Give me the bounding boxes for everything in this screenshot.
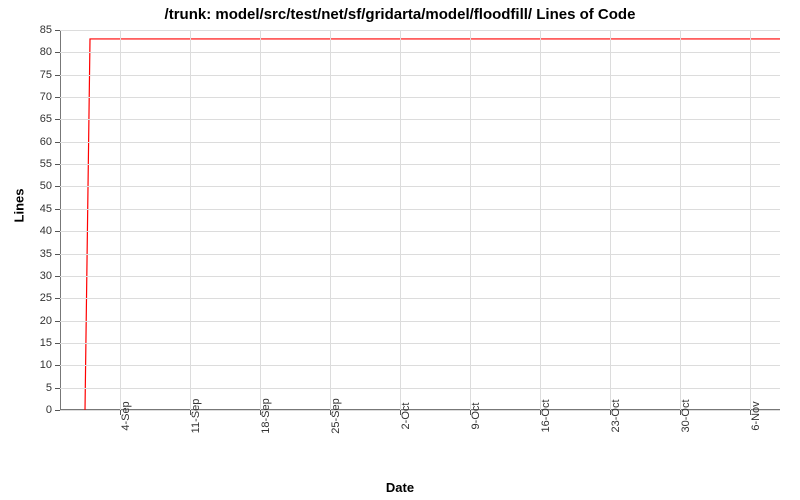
grid-line-h: [60, 164, 780, 165]
x-tick-label: 18-Sep: [260, 398, 272, 433]
grid-line-v: [610, 30, 611, 410]
grid-line-h: [60, 276, 780, 277]
y-tick: [55, 52, 60, 53]
grid-line-h: [60, 97, 780, 98]
y-tick: [55, 276, 60, 277]
y-tick-label: 45: [40, 203, 52, 215]
grid-line-h: [60, 186, 780, 187]
y-tick: [55, 119, 60, 120]
x-tick-label: 4-Sep: [120, 401, 132, 430]
y-tick-label: 70: [40, 91, 52, 103]
y-tick: [55, 254, 60, 255]
grid-line-h: [60, 410, 780, 411]
grid-line-h: [60, 343, 780, 344]
y-tick-label: 85: [40, 24, 52, 36]
chart-container: /trunk: model/src/test/net/sf/gridarta/m…: [0, 0, 800, 500]
grid-line-v: [190, 30, 191, 410]
grid-line-v: [680, 30, 681, 410]
y-tick-label: 80: [40, 46, 52, 58]
grid-line-h: [60, 30, 780, 31]
plot-area: 05101520253035404550556065707580854-Sep1…: [60, 30, 780, 410]
grid-line-h: [60, 231, 780, 232]
y-tick: [55, 30, 60, 31]
grid-line-v: [400, 30, 401, 410]
grid-line-h: [60, 75, 780, 76]
x-tick-label: 23-Oct: [610, 399, 622, 432]
y-tick: [55, 365, 60, 366]
x-tick-label: 25-Sep: [330, 398, 342, 433]
y-tick-label: 10: [40, 359, 52, 371]
y-tick: [55, 343, 60, 344]
y-tick: [55, 298, 60, 299]
grid-line-h: [60, 388, 780, 389]
y-tick: [55, 75, 60, 76]
y-tick-label: 35: [40, 248, 52, 260]
y-tick: [55, 410, 60, 411]
grid-line-v: [750, 30, 751, 410]
y-tick-label: 60: [40, 136, 52, 148]
y-axis-label: Lines: [12, 0, 26, 410]
grid-line-v: [540, 30, 541, 410]
y-tick-label: 15: [40, 337, 52, 349]
y-tick: [55, 231, 60, 232]
line-layer: [60, 30, 780, 410]
y-tick-label: 20: [40, 315, 52, 327]
chart-title: /trunk: model/src/test/net/sf/gridarta/m…: [0, 6, 800, 23]
grid-line-v: [260, 30, 261, 410]
grid-line-h: [60, 254, 780, 255]
grid-line-v: [330, 30, 331, 410]
y-tick-label: 75: [40, 69, 52, 81]
y-tick: [55, 142, 60, 143]
y-tick: [55, 209, 60, 210]
x-tick-label: 2-Oct: [400, 403, 412, 430]
grid-line-h: [60, 142, 780, 143]
x-tick-label: 9-Oct: [470, 403, 482, 430]
y-tick: [55, 97, 60, 98]
grid-line-h: [60, 321, 780, 322]
y-tick-label: 65: [40, 113, 52, 125]
y-tick-label: 55: [40, 158, 52, 170]
y-tick-label: 40: [40, 225, 52, 237]
x-axis-label: Date: [0, 480, 800, 495]
grid-line-h: [60, 119, 780, 120]
grid-line-h: [60, 298, 780, 299]
x-tick-label: 16-Oct: [540, 399, 552, 432]
y-tick-label: 0: [46, 404, 52, 416]
y-tick-label: 30: [40, 270, 52, 282]
y-tick: [55, 388, 60, 389]
y-tick: [55, 164, 60, 165]
x-tick-label: 30-Oct: [680, 399, 692, 432]
grid-line-h: [60, 52, 780, 53]
grid-line-h: [60, 209, 780, 210]
grid-line-v: [120, 30, 121, 410]
grid-line-v: [470, 30, 471, 410]
y-tick-label: 5: [46, 382, 52, 394]
x-tick-label: 11-Sep: [190, 399, 202, 434]
y-tick: [55, 321, 60, 322]
y-tick-label: 50: [40, 180, 52, 192]
x-tick-label: 6-Nov: [750, 401, 762, 430]
y-tick: [55, 186, 60, 187]
y-tick-label: 25: [40, 292, 52, 304]
grid-line-h: [60, 365, 780, 366]
